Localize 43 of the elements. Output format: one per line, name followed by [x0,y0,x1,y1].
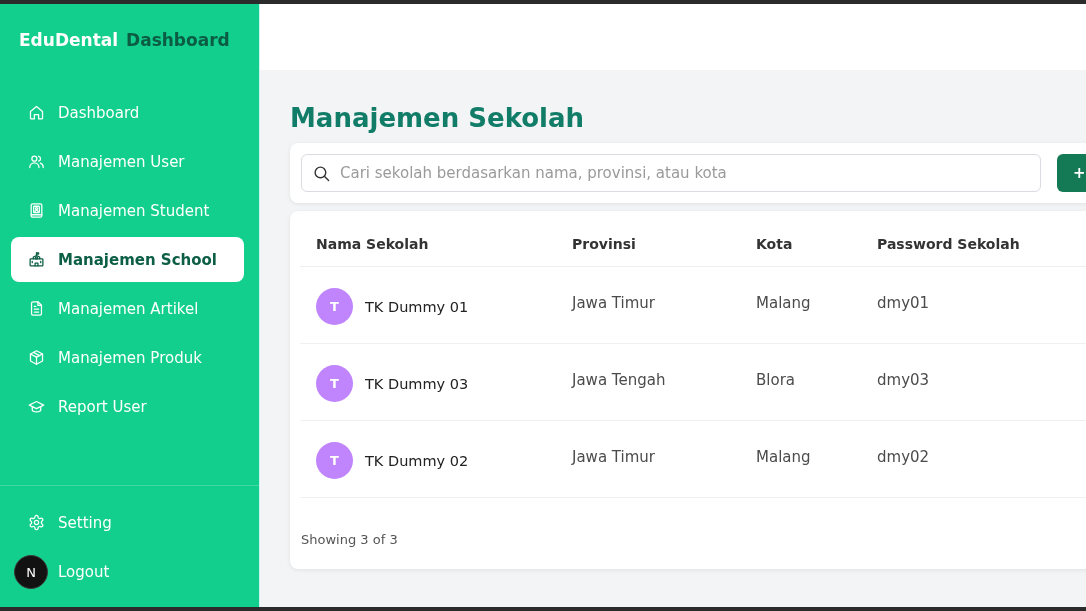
table-cell-text: dmy01 [876,294,930,312]
brand-subtitle: Dashboard [126,30,230,50]
page-title: Manajemen Sekolah [290,102,586,135]
nav-item[interactable]: Manajemen Produk [11,335,244,380]
nav-item[interactable]: Dashboard [11,90,244,135]
search-field[interactable]: Cari sekolah berdasarkan nama, provinsi, atau kota [301,154,1041,192]
document-icon [28,300,45,317]
school-building-icon [28,251,45,268]
table-cell-text: dmy03 [876,371,930,389]
add-button[interactable]: + [1057,154,1086,192]
table-cell-text: Malang [755,294,811,312]
avatar: T [316,288,353,325]
avatar: T [316,365,353,402]
search-icon [313,165,330,182]
column-header: Password Sekolah [876,235,1020,252]
id-card-icon [28,202,45,219]
nav-item[interactable]: Manajemen Artikel [11,286,244,331]
table-cell-text: Jawa Timur [570,294,655,312]
nav-item[interactable]: Manajemen User [11,139,244,184]
nav-item[interactable]: Report User [11,384,244,429]
table-cell-text: Jawa Tengah [570,371,666,389]
table-cell-text: Blora [755,371,795,389]
nav-item[interactable]: Setting [11,500,244,545]
graduation-cap-icon [28,398,45,415]
settings-icon [28,514,45,531]
school-name: TK Dummy 01 [365,298,469,315]
school-name: TK Dummy 03 [365,375,469,392]
n-badge-button[interactable]: N [14,555,48,589]
column-header: Nama Sekolah [315,235,429,252]
avatar: T [316,442,353,479]
nav-item[interactable]: Manajemen School [11,237,244,282]
nav-item[interactable]: Manajemen Student [11,188,244,233]
cube-icon [28,349,45,366]
table-cell-text: Jawa Timur [570,448,655,466]
table-cell-text: dmy02 [876,448,930,466]
column-header: Provinsi [571,235,636,252]
home-icon [28,104,45,121]
users-icon [28,153,45,170]
school-name: TK Dummy 02 [365,452,469,469]
column-header: Kota [755,235,793,252]
pagination-info: Showing 3 of 3 [300,531,399,549]
brand-name: EduDental [19,30,119,50]
table-cell-text: Malang [755,448,811,466]
